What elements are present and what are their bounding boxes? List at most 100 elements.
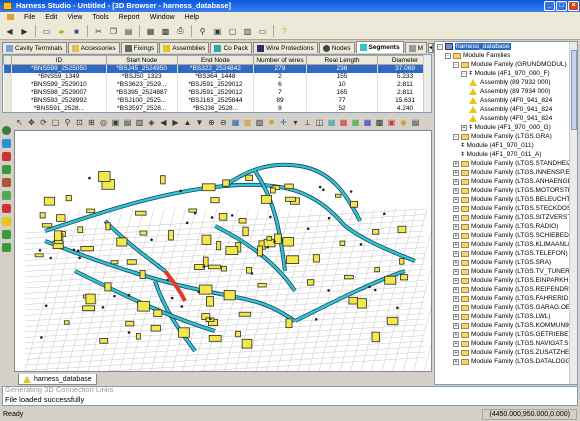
menu-report[interactable]: Report bbox=[114, 14, 145, 21]
forward-icon[interactable]: ▶ bbox=[18, 25, 31, 38]
expand-icon[interactable]: + bbox=[453, 340, 459, 347]
tree-scrollbar[interactable] bbox=[569, 42, 577, 384]
tab-more[interactable]: M bbox=[404, 42, 427, 53]
expand-icon[interactable]: + bbox=[453, 277, 459, 284]
tree-item[interactable]: + Module Family (LTGS.STANDHEIZ bbox=[435, 159, 577, 168]
expand-icon[interactable]: + bbox=[453, 223, 459, 230]
expand-icon[interactable]: + bbox=[453, 331, 459, 338]
tree-item[interactable]: ǂ Module (4F1_970_011_A) bbox=[435, 150, 577, 159]
tree-item[interactable]: - harness_database bbox=[435, 42, 577, 51]
column-header-number-of-wires[interactable]: Number of wires bbox=[253, 55, 307, 65]
select-arrow-icon[interactable]: ↖ bbox=[14, 117, 25, 128]
report-icon[interactable]: ▣ bbox=[211, 25, 224, 38]
palette-icon[interactable]: ▣ bbox=[386, 117, 397, 128]
zoom-icon[interactable]: ⚲ bbox=[62, 117, 73, 128]
orbit-icon[interactable]: ◎ bbox=[98, 117, 109, 128]
collapse-icon[interactable]: - bbox=[437, 43, 443, 50]
filter-red-icon[interactable]: ▦ bbox=[338, 117, 349, 128]
tree-item[interactable]: Assembly (4F0_941_824 bbox=[435, 114, 577, 123]
tree-scroll-thumb[interactable] bbox=[571, 50, 577, 130]
tree-item[interactable]: + Module Family (LTGS.ANHAENGE bbox=[435, 177, 577, 186]
connector-tool-icon[interactable] bbox=[2, 152, 11, 161]
box-select-icon[interactable]: ▢ bbox=[50, 117, 61, 128]
fixing-tool-icon[interactable] bbox=[2, 178, 11, 187]
table-row[interactable]: *BNS599_2529010 *BS3623_2529... *BSJ591_25… bbox=[3, 80, 431, 89]
back-icon[interactable]: ◀ bbox=[3, 25, 16, 38]
table-row[interactable]: *BNS593_2528992 *BSJ100_2525... *BSJ163_25… bbox=[3, 96, 431, 105]
filter-green-icon[interactable]: ▦ bbox=[350, 117, 361, 128]
tab-accessories[interactable]: Accessories bbox=[67, 42, 120, 53]
tab-co-pack[interactable]: Co Pack bbox=[210, 42, 253, 53]
dropdown-icon[interactable]: ▾ bbox=[290, 117, 301, 128]
expand-icon[interactable]: + bbox=[453, 250, 459, 257]
tab-fixings[interactable]: Fixings bbox=[120, 42, 159, 53]
tree-item[interactable]: - Module Families bbox=[435, 51, 577, 60]
tab-cavity-terminals[interactable]: Cavity Terminals bbox=[2, 42, 67, 53]
collapse-icon[interactable]: - bbox=[453, 61, 459, 68]
maximize-button[interactable]: □ bbox=[556, 1, 567, 11]
table-icon[interactable]: ▦ bbox=[144, 25, 157, 38]
window-icon[interactable]: ▭ bbox=[256, 25, 269, 38]
browser-icon[interactable]: ▢ bbox=[226, 25, 239, 38]
expand-icon[interactable]: + bbox=[453, 313, 459, 320]
expand-icon[interactable]: + bbox=[453, 304, 459, 311]
document-tab[interactable]: harness_database bbox=[18, 374, 97, 385]
filter-tool-icon[interactable] bbox=[2, 243, 11, 252]
tree-item[interactable]: + Module Family (LTGS.FAHRERID bbox=[435, 294, 577, 303]
wire-tool-icon[interactable] bbox=[2, 165, 11, 174]
grid-icon[interactable]: ▩ bbox=[159, 25, 172, 38]
menu-help[interactable]: Help bbox=[180, 14, 204, 21]
menu-tools[interactable]: Tools bbox=[87, 14, 113, 21]
pan-icon[interactable]: ✥ bbox=[26, 117, 37, 128]
collapse-icon[interactable]: - bbox=[461, 70, 467, 77]
expand-icon[interactable]: + bbox=[453, 286, 459, 293]
table-row[interactable]: *BNS591_2528... *BS3597_2528... *BSJ36_252… bbox=[3, 104, 431, 112]
tree-item[interactable]: Assembly (4F0_941_824 bbox=[435, 105, 577, 114]
tree-item[interactable]: + Module Family (LTGS.MOTORSTE bbox=[435, 186, 577, 195]
tree-item[interactable]: + Module Family (LTGS.NAVIGAT.S bbox=[435, 339, 577, 348]
tree-item[interactable]: + Module Family (LTGS.LWL) bbox=[435, 312, 577, 321]
tree-item[interactable]: + Module Family (LTGS.STECKDOS bbox=[435, 204, 577, 213]
expand-icon[interactable]: + bbox=[453, 187, 459, 194]
arrow-right-icon[interactable]: ▶ bbox=[170, 117, 181, 128]
tree-item[interactable]: + ǂ Module (4F1_970_000_G) bbox=[435, 123, 577, 132]
tree-item[interactable]: + Module Family (LTGS.SITZVERST bbox=[435, 213, 577, 222]
expand-icon[interactable]: + bbox=[453, 259, 459, 266]
tag-icon[interactable]: ◆ bbox=[398, 117, 409, 128]
system-menu-icon[interactable] bbox=[2, 13, 19, 22]
layout-icon[interactable]: ▥ bbox=[241, 25, 254, 38]
zoom-out-icon[interactable]: ⊖ bbox=[218, 117, 229, 128]
save-icon[interactable]: ■ bbox=[70, 25, 83, 38]
tree-item[interactable]: + Module Family (LTGS.SRA) bbox=[435, 258, 577, 267]
wireframe-icon[interactable]: ▧ bbox=[254, 117, 265, 128]
view-top-icon[interactable]: ▤ bbox=[122, 117, 133, 128]
tree-item[interactable]: + Module Family (LTGS.GETRIEBE) bbox=[435, 330, 577, 339]
expand-icon[interactable]: + bbox=[453, 241, 459, 248]
tab-nodes[interactable]: Nodes bbox=[318, 42, 355, 53]
zoom-window-icon[interactable]: ⊡ bbox=[74, 117, 85, 128]
tree-item[interactable]: - Module Family (LTGS.GRA) bbox=[435, 132, 577, 141]
filter-blue-icon[interactable]: ▦ bbox=[362, 117, 373, 128]
tree-item[interactable]: + Module Family (LTGS.SCHIEBEDA bbox=[435, 231, 577, 240]
grid-scrollbar[interactable] bbox=[423, 55, 431, 112]
rotate-icon[interactable]: ⟳ bbox=[38, 117, 49, 128]
table-row[interactable]: *BNS598_2529007 *BS395_2524887 *BSJ591_252… bbox=[3, 88, 431, 97]
axis-icon[interactable]: ✛ bbox=[278, 117, 289, 128]
light-icon[interactable]: ✹ bbox=[266, 117, 277, 128]
segment-tool-icon[interactable] bbox=[2, 139, 11, 148]
view-front-icon[interactable]: ▣ bbox=[110, 117, 121, 128]
collapse-icon[interactable]: - bbox=[445, 52, 451, 59]
fit-view-icon[interactable]: ⊞ bbox=[86, 117, 97, 128]
tree-item[interactable]: + Module Family (LTGS.EINPARKH bbox=[435, 276, 577, 285]
bundle-tool-icon[interactable] bbox=[2, 204, 11, 213]
table-row[interactable]: *BNS599_2525050 *BSJ45_2524950 *BS322_2524… bbox=[3, 64, 431, 73]
node-tool-icon[interactable] bbox=[2, 126, 11, 135]
expand-icon[interactable]: + bbox=[453, 214, 459, 221]
arrow-up-icon[interactable]: ▲ bbox=[182, 117, 193, 128]
help-icon[interactable]: ? bbox=[278, 25, 291, 38]
expand-icon[interactable]: + bbox=[453, 358, 459, 365]
section-icon[interactable]: ◫ bbox=[314, 117, 325, 128]
binoculars-icon[interactable]: ⚲ bbox=[196, 25, 209, 38]
tree-item[interactable]: - ǂ Module (4F1_970_000_F) bbox=[435, 69, 577, 78]
tree-item[interactable]: + Module Family (LTGS.TELEFON) bbox=[435, 249, 577, 258]
